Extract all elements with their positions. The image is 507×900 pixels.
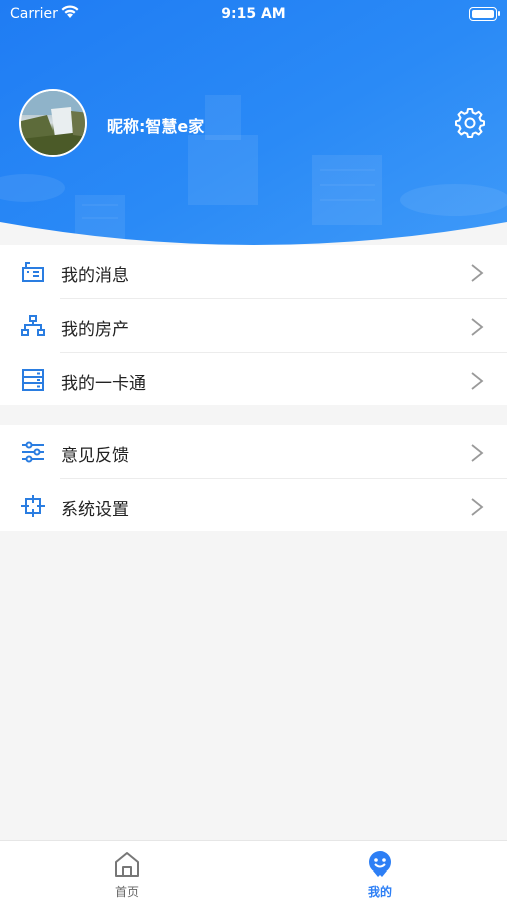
- chevron-right-icon: [471, 318, 484, 336]
- menu-item-property[interactable]: 我的房产: [0, 299, 507, 353]
- message-icon: [22, 262, 44, 282]
- feedback-sliders-icon: [22, 441, 44, 463]
- status-time: 9:15 AM: [221, 6, 286, 22]
- menu-item-label: 系统设置: [61, 500, 129, 520]
- menu-item-label: 我的一卡通: [61, 374, 146, 394]
- card-icon: [22, 369, 44, 391]
- menu-item-system-settings[interactable]: 系统设置: [0, 479, 507, 533]
- settings-gear-icon[interactable]: [455, 108, 485, 138]
- menu-item-card[interactable]: 我的一卡通: [0, 353, 507, 407]
- menu-item-feedback[interactable]: 意见反馈: [0, 425, 507, 479]
- avatar[interactable]: [19, 89, 87, 157]
- menu-group-account: 我的消息 我的房产 我的一卡通: [0, 245, 507, 405]
- tab-mine[interactable]: 我的: [320, 841, 440, 900]
- chevron-right-icon: [471, 372, 484, 390]
- menu-item-messages[interactable]: 我的消息: [0, 245, 507, 299]
- status-bar: Carrier 9:15 AM: [0, 0, 507, 28]
- chevron-right-icon: [471, 498, 484, 516]
- tab-bar: 首页 我的: [0, 840, 507, 900]
- nickname-label: 昵称:智慧e家: [107, 117, 205, 136]
- home-icon: [115, 852, 139, 877]
- menu-item-label: 我的房产: [61, 320, 129, 340]
- tab-home[interactable]: 首页: [67, 841, 187, 900]
- chevron-right-icon: [471, 444, 484, 462]
- property-tree-icon: [21, 315, 45, 336]
- chevron-right-icon: [471, 264, 484, 282]
- menu-item-label: 意见反馈: [61, 446, 129, 466]
- profile-header: Carrier 9:15 AM 昵称:智慧e家: [0, 0, 507, 250]
- system-settings-icon: [21, 495, 45, 517]
- tab-home-label: 首页: [114, 885, 139, 899]
- menu-item-label: 我的消息: [61, 266, 129, 286]
- battery-icon: [469, 7, 500, 21]
- smiley-person-icon: [369, 851, 391, 877]
- menu-group-system: 意见反馈 系统设置: [0, 425, 507, 531]
- tab-mine-label: 我的: [367, 885, 392, 899]
